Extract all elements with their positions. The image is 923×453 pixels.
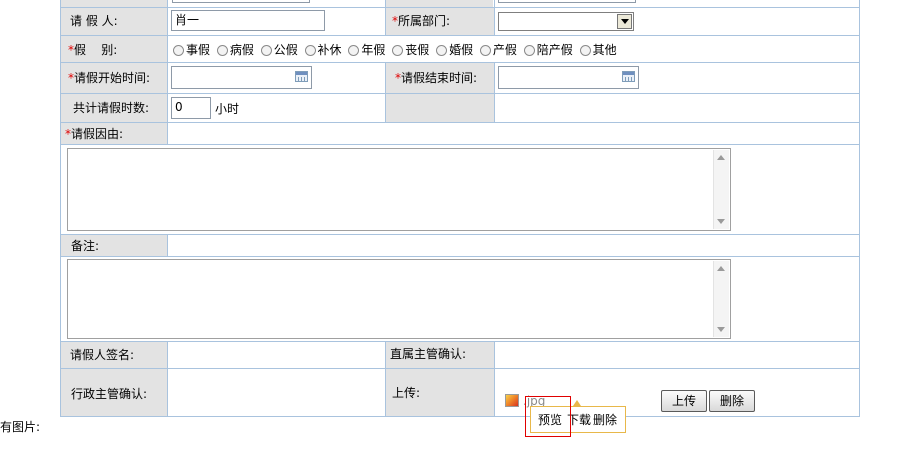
leave-type-label: 假 别: bbox=[74, 43, 118, 57]
reason-label: 请假因由: bbox=[71, 127, 124, 141]
start-time-label-wrap: *请假开始时间: bbox=[68, 71, 150, 85]
remarks-label: 备注: bbox=[71, 239, 100, 253]
radio-option[interactable]: 补休 bbox=[304, 42, 342, 58]
end-time-label-wrap: *请假结束时间: bbox=[395, 71, 477, 85]
leave-type-radio-group: 事假 病假 公假 补休 年假 丧假 婚假 产假 陪产假 其他 bbox=[173, 42, 643, 58]
department-select[interactable] bbox=[498, 12, 634, 31]
scroll-up-icon[interactable] bbox=[717, 155, 725, 160]
scrollbar[interactable] bbox=[713, 261, 729, 337]
radio-button[interactable] bbox=[173, 45, 184, 56]
radio-button[interactable] bbox=[436, 45, 448, 56]
delete-button[interactable]: 删除 bbox=[709, 390, 755, 412]
radio-option[interactable]: 病假 bbox=[216, 42, 254, 58]
applicant-input[interactable]: 肖一 bbox=[171, 10, 325, 31]
supervisor-label: 直属主管确认: bbox=[390, 347, 467, 361]
radio-button[interactable] bbox=[479, 45, 491, 56]
upload-label: 上传: bbox=[392, 386, 421, 400]
radio-button[interactable] bbox=[392, 45, 404, 56]
department-label: 所属部门: bbox=[398, 14, 451, 28]
chevron-down-icon[interactable] bbox=[617, 14, 632, 29]
has-images-label: 有图片: bbox=[0, 420, 41, 434]
start-time-input[interactable] bbox=[171, 66, 312, 89]
calendar-icon[interactable] bbox=[622, 71, 635, 82]
applicant-label: 请 假 人: bbox=[70, 14, 118, 28]
preview-highlight-box bbox=[525, 396, 571, 437]
radio-option[interactable]: 陪产假 bbox=[523, 42, 573, 58]
radio-button[interactable] bbox=[523, 45, 535, 56]
start-time-label: 请假开始时间: bbox=[74, 71, 151, 85]
total-hours-input[interactable]: 0 bbox=[171, 97, 211, 119]
radio-option[interactable]: 产假 bbox=[479, 42, 517, 58]
label-bg-blank bbox=[386, 94, 495, 122]
image-file-icon[interactable] bbox=[505, 394, 519, 407]
radio-button[interactable] bbox=[216, 45, 228, 56]
scroll-down-icon[interactable] bbox=[717, 327, 725, 332]
radio-option[interactable]: 婚假 bbox=[436, 42, 473, 58]
remarks-textarea[interactable] bbox=[67, 259, 731, 339]
scroll-up-icon[interactable] bbox=[717, 266, 725, 271]
scrollbar[interactable] bbox=[713, 150, 729, 229]
radio-option[interactable]: 事假 bbox=[173, 42, 210, 58]
radio-option[interactable]: 其他 bbox=[579, 42, 617, 58]
signature-label: 请假人签名: bbox=[70, 348, 135, 362]
total-hours-label: 共计请假时数: bbox=[73, 101, 150, 115]
calendar-icon[interactable] bbox=[295, 71, 308, 82]
reason-textarea[interactable] bbox=[67, 148, 731, 231]
top-partial-input-right[interactable] bbox=[498, 0, 636, 3]
radio-button[interactable] bbox=[260, 45, 272, 56]
radio-button[interactable] bbox=[348, 45, 360, 56]
radio-option[interactable]: 公假 bbox=[260, 42, 298, 58]
radio-option[interactable]: 年假 bbox=[348, 42, 385, 58]
scroll-down-icon[interactable] bbox=[717, 219, 725, 224]
department-label-wrap: *所属部门: bbox=[392, 14, 450, 28]
end-time-label: 请假结束时间: bbox=[401, 71, 478, 85]
delete-link[interactable]: 删除 bbox=[593, 413, 617, 427]
top-partial-input-left[interactable] bbox=[172, 0, 310, 3]
leave-type-label-wrap: *假 别: bbox=[68, 43, 117, 57]
end-time-input[interactable] bbox=[498, 66, 639, 89]
radio-option[interactable]: 丧假 bbox=[392, 42, 429, 58]
hours-unit: 小时 bbox=[215, 102, 240, 116]
upload-button[interactable]: 上传 bbox=[661, 390, 707, 412]
radio-button[interactable] bbox=[304, 45, 316, 56]
radio-button[interactable] bbox=[579, 45, 591, 56]
admin-label: 行政主管确认: bbox=[71, 387, 148, 401]
reason-label-wrap: *请假因由: bbox=[65, 127, 123, 141]
